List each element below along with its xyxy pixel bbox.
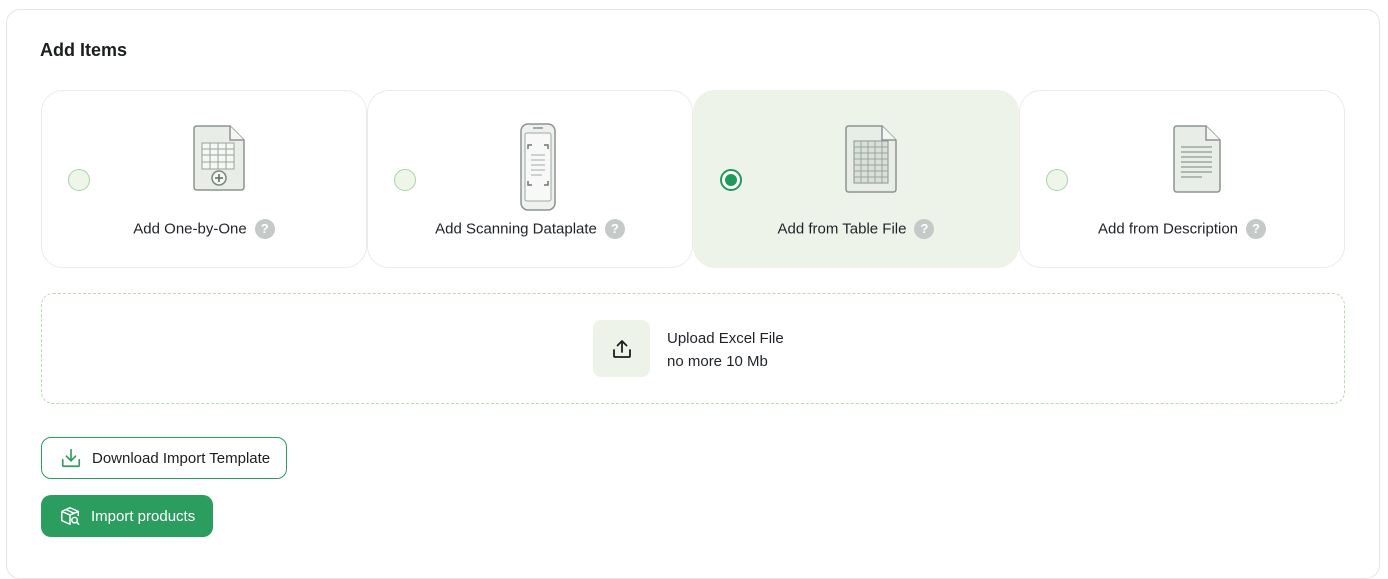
radio-one-by-one[interactable]	[68, 169, 90, 191]
import-products-label: Import products	[91, 507, 196, 525]
option-card-table-file[interactable]: Add from Table File?	[693, 90, 1019, 268]
help-icon[interactable]: ?	[254, 219, 275, 239]
option-card-description[interactable]: Add from Description?	[1019, 90, 1345, 268]
option-label: Add Scanning Dataplate	[435, 220, 597, 238]
option-label-row: Add from Table File?	[694, 219, 1018, 239]
help-icon[interactable]: ?	[914, 219, 935, 239]
help-icon[interactable]: ?	[1246, 219, 1267, 239]
upload-title: Upload Excel File	[667, 330, 784, 347]
spreadsheet-plus-icon	[193, 125, 245, 191]
help-icon[interactable]: ?	[604, 219, 625, 239]
upload-button[interactable]	[593, 320, 650, 377]
download-icon	[61, 448, 81, 468]
phone-scan-icon	[520, 123, 556, 211]
download-template-label: Download Import Template	[92, 449, 271, 467]
option-label: Add from Table File	[777, 220, 907, 238]
text-document-icon	[1173, 125, 1221, 193]
upload-text: Upload Excel File no more 10 Mb	[667, 327, 784, 373]
option-card-scanning-dataplate[interactable]: Add Scanning Dataplate?	[367, 90, 693, 268]
option-label: Add One-by-One	[133, 220, 247, 238]
box-search-icon	[61, 507, 80, 525]
radio-scanning-dataplate[interactable]	[394, 169, 416, 191]
table-file-icon	[845, 125, 897, 193]
upload-limit: no more 10 Mb	[667, 353, 768, 370]
upload-icon	[612, 339, 631, 358]
option-card-one-by-one[interactable]: Add One-by-One?	[41, 90, 367, 268]
option-label-row: Add Scanning Dataplate?	[368, 219, 692, 239]
option-label-row: Add One-by-One?	[42, 219, 366, 239]
radio-table-file[interactable]	[720, 169, 742, 191]
option-label: Add from Description	[1097, 220, 1239, 238]
file-dropzone[interactable]: Upload Excel File no more 10 Mb	[41, 293, 1345, 404]
radio-description[interactable]	[1046, 169, 1068, 191]
add-method-options: Add One-by-One? Add Scanning Dataplate?	[41, 90, 1345, 268]
download-template-button[interactable]: Download Import Template	[41, 437, 288, 479]
option-label-row: Add from Description?	[1020, 219, 1344, 239]
section-title: Add Items	[40, 40, 128, 60]
import-products-button[interactable]: Import products	[41, 495, 214, 537]
